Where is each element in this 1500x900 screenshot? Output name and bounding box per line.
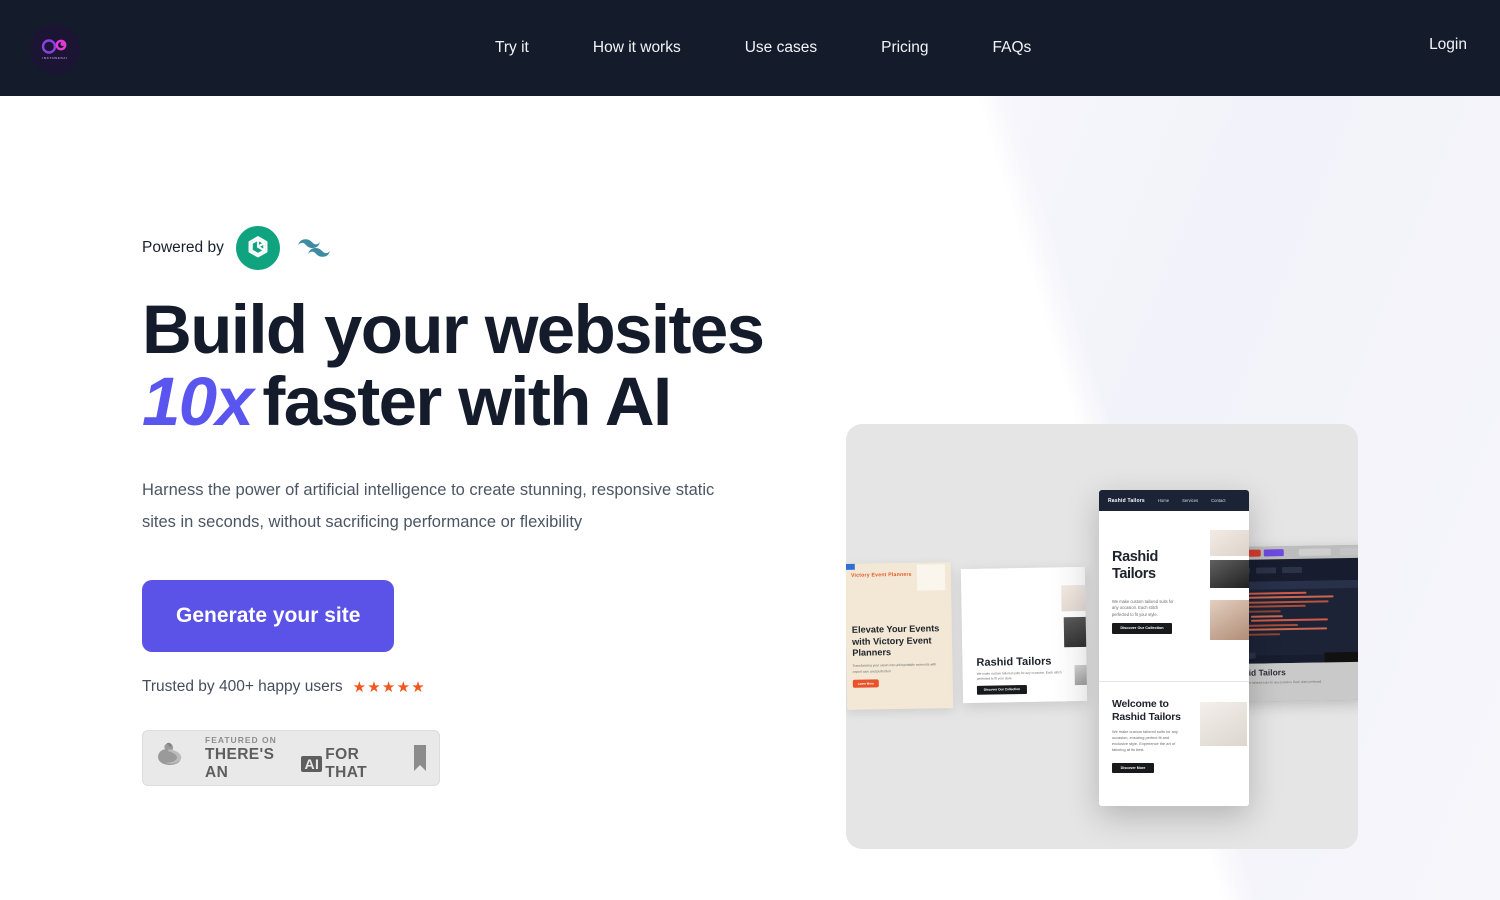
white-card-body: We make custom tailored suits for any oc… (976, 670, 1062, 681)
code-tab[interactable] (1256, 567, 1277, 574)
showcase-panel: Victory Event Planners Elevate Your Even… (846, 424, 1358, 849)
phone-hero-button[interactable]: Discover Our Collection (1112, 623, 1172, 634)
mockup-rashid-tailors-desktop[interactable]: Rashid Tailors We make custom tailored s… (960, 566, 1088, 704)
headline-accent: 10x (142, 363, 254, 440)
main-nav: Try it How it works Use cases Pricing FA… (495, 0, 1031, 96)
infinity-logo-icon (41, 38, 67, 54)
login-button[interactable]: Login (1429, 36, 1467, 54)
code-line (1246, 605, 1306, 609)
nav-item-use-cases[interactable]: Use cases (745, 31, 817, 65)
landing-page: INSTAWEBAI Try it How it works Use cases… (0, 0, 1500, 900)
flexed-arm-icon (158, 742, 182, 765)
powered-by-row: Powered by (142, 224, 842, 272)
code-line (1239, 627, 1327, 632)
white-card-button[interactable]: Discover Our Collection (976, 684, 1028, 695)
trust-text: Trusted by 400+ happy users (142, 678, 343, 695)
nav-item-pricing[interactable]: Pricing (881, 31, 928, 65)
featured-on-badge[interactable]: FEATURED ON THERE'S AN AI FOR THAT (142, 730, 440, 786)
code-line (1250, 618, 1329, 622)
hero-section: Powered by Build your websites 10x faster… (142, 224, 842, 786)
badge-featured-label: FEATURED ON (205, 734, 277, 745)
phone-nav-home[interactable]: Home (1158, 498, 1169, 503)
nav-item-faqs[interactable]: FAQs (993, 31, 1032, 65)
phone-hero-headline: Rashid Tailors (1112, 549, 1158, 582)
badge-title: THERE'S AN AI FOR THAT (205, 746, 403, 782)
hero-subtitle: Harness the power of artificial intellig… (142, 481, 715, 531)
phone-hero-image-1 (1210, 530, 1249, 556)
code-line (1245, 623, 1299, 627)
victory-button[interactable]: Learn More (852, 679, 879, 688)
badge-text-block: FEATURED ON THERE'S AN AI FOR THAT (205, 735, 403, 782)
page-title: Build your websites 10x faster with AI (142, 294, 842, 438)
openai-logo-icon (235, 226, 280, 270)
badge-ai-chip: AI (301, 755, 323, 772)
phone-brand: Rashid Tailors (1108, 497, 1145, 504)
phone-hero-image-3 (1210, 600, 1249, 640)
badge-title-before: THERE'S AN (205, 745, 275, 781)
phone-welcome-section: Welcome to Rashid Tailors We make custom… (1099, 682, 1249, 806)
white-card-image-bottom (1074, 664, 1088, 686)
toolbar-account-chip[interactable] (1340, 547, 1358, 556)
phone-welcome-body: We make custom tailored suits for any oc… (1112, 729, 1178, 752)
site-header: INSTAWEBAI Try it How it works Use cases… (0, 0, 1500, 96)
toolbar-pill-purple[interactable] (1263, 549, 1285, 557)
mockup-victory-event-planners[interactable]: Victory Event Planners Elevate Your Even… (846, 562, 954, 710)
phone-navbar: Rashid Tailors Home Services Contact (1099, 490, 1249, 511)
phone-welcome-headline: Welcome to Rashid Tailors (1112, 698, 1181, 723)
tailwindcss-logo-icon (298, 239, 330, 257)
code-line (1246, 600, 1330, 604)
code-line (1240, 595, 1334, 600)
logo-wordmark: INSTAWEBAI (42, 55, 68, 60)
white-card-image-top (1061, 584, 1088, 612)
phone-hero-body: We make custom tailored suits for any oc… (1112, 599, 1174, 617)
badge-title-after: FOR THAT (325, 745, 368, 781)
nav-item-how-it-works[interactable]: How it works (593, 31, 681, 65)
phone-nav-contact[interactable]: Contact (1211, 498, 1225, 503)
victory-hero-image (916, 564, 946, 591)
star-rating: ★★★★★ (352, 679, 426, 696)
phone-welcome-image (1200, 702, 1247, 746)
phone-hero-section: Rashid Tailors We make custom tailored s… (1099, 511, 1249, 681)
code-tab[interactable] (1282, 566, 1303, 574)
phone-welcome-button[interactable]: Discover More (1112, 763, 1154, 773)
toolbar-search-field[interactable] (1299, 548, 1332, 556)
phone-hero-image-2 (1210, 560, 1249, 588)
code-line (1250, 614, 1283, 618)
generate-your-site-button[interactable]: Generate your site (142, 580, 395, 652)
white-card-image-mid (1063, 616, 1088, 648)
trust-row: Trusted by 400+ happy users ★★★★★ (142, 678, 842, 696)
bookmark-icon (414, 745, 426, 771)
nav-item-try-it[interactable]: Try it (495, 31, 529, 65)
mockup-rashid-tailors-mobile[interactable]: Rashid Tailors Home Services Contact Ras… (1099, 490, 1249, 806)
powered-by-label: Powered by (142, 239, 224, 256)
victory-headline: Elevate Your Events with Victory Event P… (851, 623, 940, 658)
headline-line-2: faster with AI (262, 363, 672, 440)
phone-nav-services[interactable]: Services (1182, 498, 1198, 503)
headline-line-1: Build your websites (142, 291, 765, 368)
victory-body: Transforming your vision into unforgetta… (852, 662, 937, 674)
white-card-headline: Rashid Tailors (976, 655, 1052, 669)
site-logo[interactable]: INSTAWEBAI (30, 24, 80, 74)
